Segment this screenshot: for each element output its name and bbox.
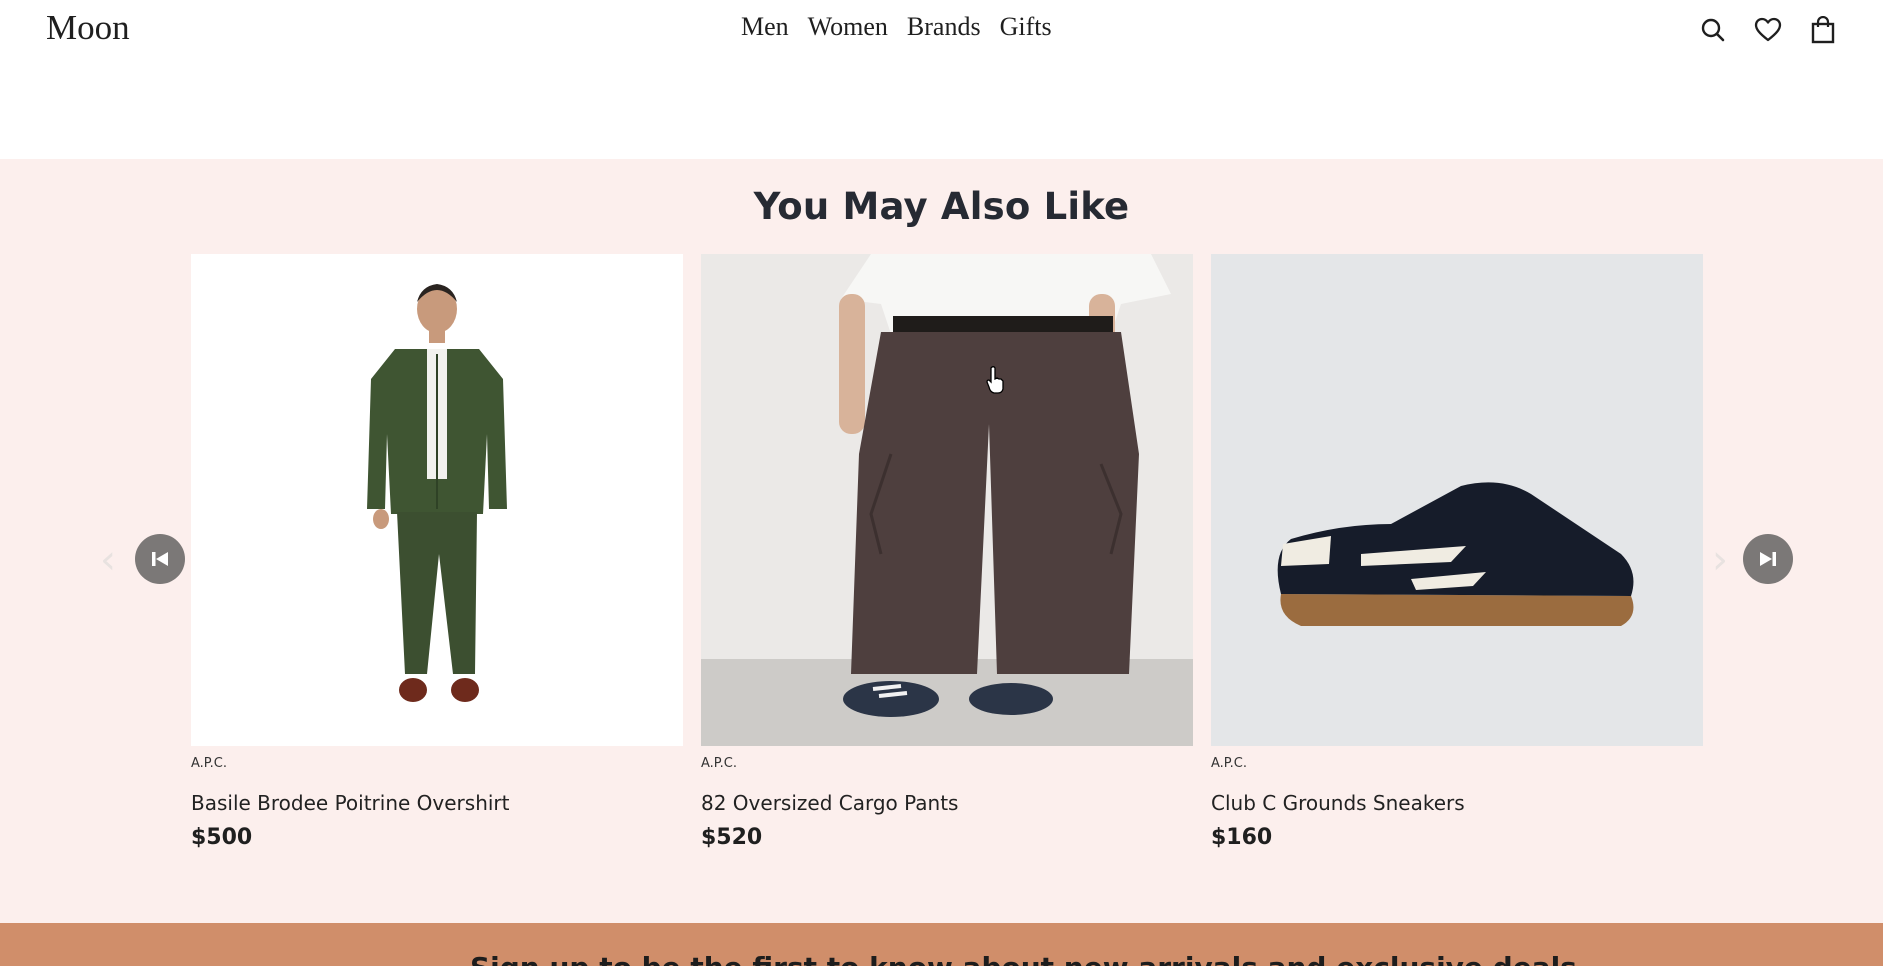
nav-gifts[interactable]: Gifts (1000, 12, 1052, 42)
product-brand: A.P.C. (1211, 756, 1247, 771)
main-nav: Men Women Brands Gifts (741, 12, 1052, 42)
product-image-cargo-pants[interactable] (701, 254, 1193, 746)
product-name[interactable]: 82 Oversized Cargo Pants (701, 791, 1193, 815)
product-brand: A.P.C. (191, 756, 227, 771)
heart-icon[interactable] (1753, 15, 1783, 45)
product-image-overshirt[interactable] (191, 254, 683, 746)
product-brand: A.P.C. (701, 756, 737, 771)
skip-previous-icon[interactable] (135, 534, 185, 584)
header-actions (1698, 15, 1838, 45)
product-image-sneakers[interactable] (1211, 254, 1703, 746)
you-may-also-like-section: You May Also Like A.P.C. Basile Brodee P… (0, 159, 1883, 923)
nav-men[interactable]: Men (741, 12, 789, 42)
site-logo[interactable]: Moon (46, 8, 130, 48)
product-card[interactable]: A.P.C. Club C Grounds Sneakers $160 (1211, 254, 1703, 850)
nav-women[interactable]: Women (808, 12, 888, 42)
skip-next-icon[interactable] (1743, 534, 1793, 584)
product-card[interactable]: A.P.C. Basile Brodee Poitrine Overshirt … (191, 254, 683, 850)
nav-brands[interactable]: Brands (907, 12, 981, 42)
carousel-next-chevron-icon[interactable]: › (1712, 537, 1728, 583)
banner-text: Sign up to be the first to know about ne… (470, 951, 1577, 966)
product-name[interactable]: Club C Grounds Sneakers (1211, 791, 1703, 815)
product-price: $160 (1211, 825, 1273, 850)
signup-banner: Sign up to be the first to know about ne… (0, 923, 1883, 966)
section-title: You May Also Like (753, 185, 1130, 228)
product-name[interactable]: Basile Brodee Poitrine Overshirt (191, 791, 683, 815)
product-price: $520 (701, 825, 763, 850)
carousel-prev-chevron-icon[interactable]: ‹ (100, 537, 116, 583)
search-icon[interactable] (1698, 15, 1728, 45)
site-header: Moon Men Women Brands Gifts (0, 0, 1883, 159)
product-price: $500 (191, 825, 253, 850)
pointer-cursor-icon (986, 366, 1004, 394)
bag-icon[interactable] (1808, 15, 1838, 45)
product-card[interactable]: A.P.C. 82 Oversized Cargo Pants $520 (701, 254, 1193, 850)
